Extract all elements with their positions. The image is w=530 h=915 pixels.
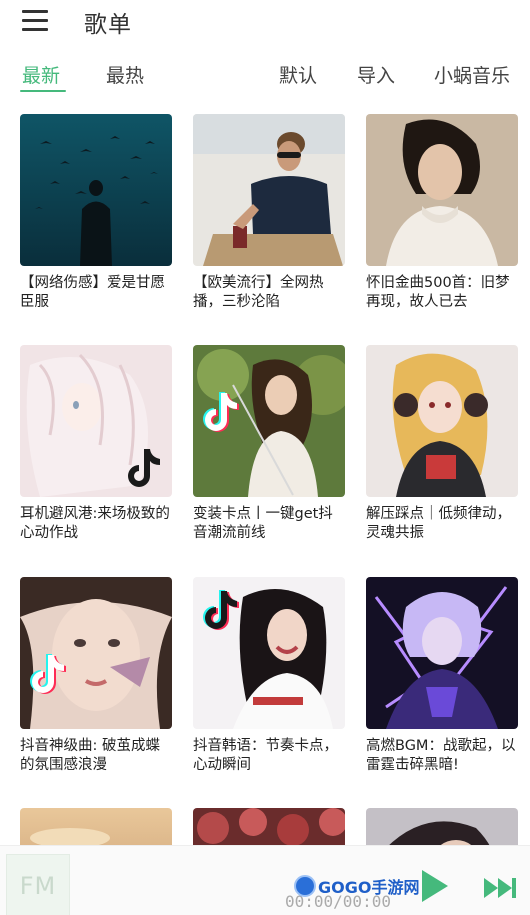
playlist-card[interactable]: 抖音神级曲: 破茧成蝶的氛围感浪漫 — [20, 577, 172, 775]
fm-cover[interactable]: FM — [6, 854, 70, 915]
playlist-title: 变装卡点丨一键get抖音潮流前线 — [193, 506, 333, 541]
playlist-cover — [20, 114, 172, 266]
playlist-title: 怀旧金曲500首：旧梦再现，故人已去 — [366, 275, 510, 310]
playlist-cover — [366, 114, 518, 266]
tab-bar: 最新 最热 默认 导入 小蜗音乐 — [0, 52, 530, 96]
fm-label: FM — [19, 872, 57, 900]
tiktok-icon — [203, 590, 239, 630]
playlist-title: 抖音韩语：节奏卡点，心动瞬间 — [193, 738, 338, 773]
play-icon[interactable] — [418, 868, 450, 904]
watermark-text: GOGO手游网 — [318, 878, 420, 897]
playlist-cover — [20, 577, 172, 729]
playlist-title: 抖音神级曲: 破茧成蝶的氛围感浪漫 — [20, 738, 160, 773]
tab-xiaowo-music[interactable]: 小蜗音乐 — [434, 61, 510, 88]
mini-player: FM 00:00/00:00 GOGO手游网 — [0, 845, 530, 915]
watermark-logo: GOGO手游网 — [294, 874, 419, 898]
tab-newest[interactable]: 最新 — [22, 61, 60, 88]
playlist-cover — [366, 577, 518, 729]
playlist-card[interactable]: 【欧美流行】全网热播，三秒沦陷 — [193, 114, 345, 312]
playlist-title: 【网络伤感】爱是甘愿臣服 — [20, 275, 165, 310]
playlist-card[interactable]: 【网络伤感】爱是甘愿臣服 — [20, 114, 172, 312]
top-app-bar: 歌单 — [0, 0, 530, 44]
hamburger-menu-icon[interactable] — [22, 10, 48, 32]
playlist-cover — [193, 345, 345, 497]
page-title: 歌单 — [84, 12, 132, 38]
tab-import[interactable]: 导入 — [357, 61, 395, 88]
playlist-title: 高燃BGM：战歌起，以雷霆击碎黑暗! — [366, 738, 516, 773]
playlist-card[interactable]: 抖音韩语：节奏卡点，心动瞬间 — [193, 577, 345, 775]
tiktok-icon — [30, 654, 66, 694]
playlist-card[interactable]: 解压踩点｜低频律动，灵魂共振 — [366, 345, 518, 543]
active-tab-indicator — [20, 90, 66, 92]
next-track-icon[interactable] — [482, 876, 518, 900]
tab-hottest[interactable]: 最热 — [106, 61, 144, 88]
playlist-card[interactable]: 怀旧金曲500首：旧梦再现，故人已去 — [366, 114, 518, 312]
playlist-cover — [193, 577, 345, 729]
playlist-card[interactable]: 变装卡点丨一键get抖音潮流前线 — [193, 345, 345, 543]
tiktok-icon — [203, 392, 239, 432]
playlist-cover — [193, 114, 345, 266]
playlist-cover — [366, 345, 518, 497]
tab-default[interactable]: 默认 — [279, 61, 317, 88]
tiktok-icon — [128, 449, 160, 487]
playlist-title: 解压踩点｜低频律动，灵魂共振 — [366, 506, 511, 541]
playlist-title: 耳机避风港:来场极致的心动作战 — [20, 506, 170, 541]
playlist-title: 【欧美流行】全网热播，三秒沦陷 — [193, 275, 324, 310]
playlist-cover — [20, 345, 172, 497]
watermark-icon — [294, 875, 316, 897]
playlist-card[interactable]: 耳机避风港:来场极致的心动作战 — [20, 345, 172, 543]
playlist-card[interactable]: 高燃BGM：战歌起，以雷霆击碎黑暗! — [366, 577, 518, 775]
